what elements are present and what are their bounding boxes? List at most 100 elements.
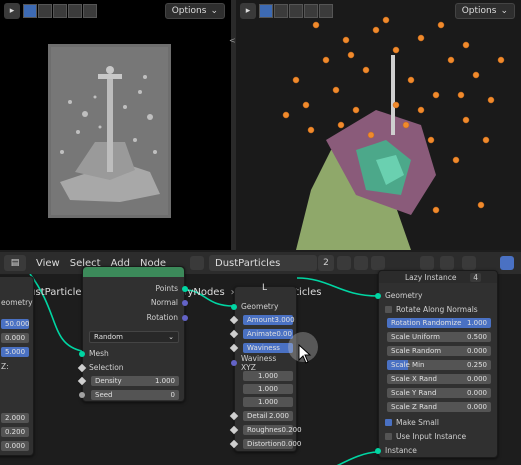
users-count: 2: [323, 258, 329, 268]
menu-view[interactable]: View: [36, 258, 60, 269]
seed-label: Seed: [95, 391, 113, 399]
fake-user-shield-icon[interactable]: [337, 256, 351, 270]
socket-waviness-xyz[interactable]: [231, 360, 237, 366]
field-label: Scale Z Rand: [391, 403, 437, 411]
detail-field[interactable]: Detail 2.000: [243, 411, 293, 421]
use-input-instance-label: Use Input Instance: [396, 432, 467, 441]
value-field[interactable]: 0.000: [1, 441, 29, 451]
lazy-instance-title: Lazy Instance: [405, 272, 457, 282]
field-label: Scale Y Rand: [391, 389, 437, 397]
options-button[interactable]: Options ⌄: [164, 3, 225, 19]
output-normal: Normal: [150, 298, 178, 307]
mode-subtract-button[interactable]: [53, 4, 67, 18]
waviness-z-field[interactable]: 1.000: [243, 397, 293, 407]
overlay-icon[interactable]: [500, 256, 514, 270]
input-geometry: Geometry: [385, 291, 423, 300]
rotation-randomize-field[interactable]: Rotation Randomize 1.000: [387, 318, 491, 328]
chevron-down-icon: ⌄: [500, 6, 508, 16]
animate-field[interactable]: Animate 0.00: [243, 329, 293, 339]
field-value: 0.000: [466, 389, 487, 397]
socket-geometry[interactable]: [231, 304, 237, 310]
rotate-along-normals-row[interactable]: Rotate Along Normals: [385, 304, 491, 315]
amount-field[interactable]: Amount 3.000: [243, 315, 295, 325]
distribute-method-dropdown[interactable]: Random ⌄: [89, 331, 179, 343]
waviness-label: Waviness: [247, 344, 280, 352]
roughness-value: 0.200: [281, 426, 302, 434]
value-field[interactable]: 0.000: [1, 333, 29, 343]
seed-field[interactable]: Seed 0: [91, 390, 179, 400]
users-count-button[interactable]: 2: [318, 255, 334, 271]
distribute-method-value: Random: [94, 333, 123, 341]
scale-z-rand-field[interactable]: Scale Z Rand 0.000: [387, 402, 491, 412]
select-tool-icon[interactable]: ▸: [240, 3, 256, 19]
snap-mode-icon[interactable]: [462, 256, 476, 270]
socket-seed[interactable]: [79, 392, 85, 398]
scale-uniform-field[interactable]: Scale Uniform 0.500: [387, 332, 491, 342]
value-field[interactable]: 5.000: [1, 347, 29, 357]
distortion-label: Distortion: [247, 440, 282, 448]
field-label: Rotation Randomize: [391, 319, 462, 327]
value-field[interactable]: 50.000: [1, 319, 30, 329]
use-input-instance-row[interactable]: Use Input Instance: [385, 431, 491, 442]
mode-new-button[interactable]: [259, 4, 273, 18]
mode-new-button[interactable]: [23, 4, 37, 18]
axis-label: Z:: [1, 362, 9, 371]
waviness-y-field[interactable]: 1.000: [243, 384, 293, 394]
waviness-x-field[interactable]: 1.000: [243, 371, 293, 381]
lazy-instance-node[interactable]: Lazy Instance 4 Geometry Rotate Along Nor…: [375, 270, 498, 458]
waviness-field[interactable]: Waviness: [243, 343, 293, 353]
socket-geometry[interactable]: [375, 293, 381, 299]
mode-subtract-button[interactable]: [289, 4, 303, 18]
viewport-left[interactable]: ▸ Options ⌄: [0, 0, 231, 250]
snap-magnet-icon[interactable]: [440, 256, 454, 270]
viewport-right[interactable]: ▸ Options ⌄: [236, 0, 521, 250]
partial-node-left[interactable]: eometry 50.000 0.000 5.000 Z: 2.000 0.20…: [0, 276, 34, 456]
value-field[interactable]: 0.200: [1, 427, 29, 437]
options-label: Options: [171, 6, 207, 16]
mode-extend-button[interactable]: [38, 4, 52, 18]
node-tree-type-icon[interactable]: [190, 256, 204, 270]
duplicate-icon[interactable]: [354, 256, 368, 270]
roughness-field[interactable]: Roughnes 0.200: [243, 425, 302, 435]
node-header: Lazy Instance 4: [379, 271, 497, 283]
density-field[interactable]: Density 1.000: [91, 376, 179, 386]
use-input-instance-checkbox[interactable]: [385, 433, 392, 440]
distortion-field[interactable]: Distortion 0.000: [243, 439, 301, 449]
animate-value: 0.00: [276, 330, 292, 338]
socket-rotation[interactable]: [182, 315, 188, 321]
output-rotation: Rotation: [146, 313, 178, 322]
make-small-row[interactable]: Make Small: [385, 417, 491, 428]
socket-mesh[interactable]: [79, 351, 85, 357]
waviness-node[interactable]: Geometry Amount 3.000 Animate 0.00 Wavines…: [229, 286, 302, 452]
select-tool-icon[interactable]: ▸: [4, 3, 20, 19]
socket-points[interactable]: [182, 286, 188, 292]
mode-invert-button[interactable]: [304, 4, 318, 18]
distribute-points-node[interactable]: Points Normal Rotation Random ⌄ Mesh Sele…: [77, 266, 188, 402]
render-preview: [48, 44, 171, 218]
scale-min-field[interactable]: Scale Min 0.250: [387, 360, 491, 370]
scale-y-rand-field[interactable]: Scale Y Rand 0.000: [387, 388, 491, 398]
scale-random-field[interactable]: Scale Random 0.000: [387, 346, 491, 356]
options-button[interactable]: Options ⌄: [454, 3, 515, 19]
socket-normal[interactable]: [182, 300, 188, 306]
node-tree-name-field[interactable]: DustParticles: [209, 255, 317, 271]
value-field[interactable]: 2.000: [1, 413, 29, 423]
field-label: Scale X Rand: [391, 375, 437, 383]
mode-intersect-button[interactable]: [319, 4, 333, 18]
make-small-label: Make Small: [396, 418, 439, 427]
mode-invert-button[interactable]: [68, 4, 82, 18]
roughness-label: Roughnes: [247, 426, 282, 434]
lazy-instance-users[interactable]: 4: [470, 272, 481, 282]
rotate-along-normals-checkbox[interactable]: [385, 306, 392, 313]
socket-instance[interactable]: [375, 448, 381, 454]
input-selection: Selection: [89, 363, 124, 372]
mode-intersect-button[interactable]: [83, 4, 97, 18]
editor-type-icon[interactable]: ▤: [4, 255, 26, 271]
field-label: Scale Uniform: [391, 333, 440, 341]
scale-x-rand-field[interactable]: Scale X Rand 0.000: [387, 374, 491, 384]
make-small-checkbox[interactable]: [385, 419, 392, 426]
parent-arrow-icon[interactable]: [420, 256, 434, 270]
mode-extend-button[interactable]: [274, 4, 288, 18]
detail-value: 2.000: [268, 412, 289, 420]
unlink-close-icon[interactable]: [371, 256, 385, 270]
